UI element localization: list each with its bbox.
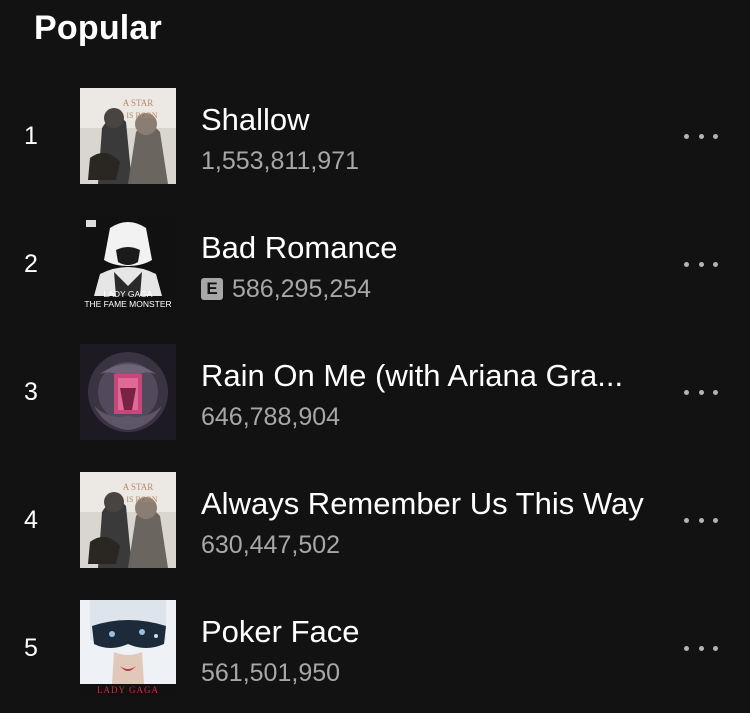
- track-meta: 630,447,502: [201, 530, 340, 560]
- track-rank: 2: [24, 250, 38, 278]
- svg-text:IS BORN: IS BORN: [126, 111, 158, 120]
- dot-icon: [713, 389, 718, 395]
- track-rank: 1: [24, 122, 38, 150]
- track-meta: E 586,295,254: [201, 274, 371, 304]
- chromatica-cover-icon: [80, 344, 176, 440]
- dot-icon: [698, 133, 704, 139]
- more-options-button[interactable]: [684, 124, 718, 148]
- track-title[interactable]: Bad Romance: [201, 230, 397, 266]
- svg-text:IS BORN: IS BORN: [126, 495, 158, 504]
- track-row[interactable]: 2 LADY GAGA THE FAME MONSTER Bad Romance…: [0, 216, 750, 312]
- dot-icon: [684, 645, 689, 651]
- dot-icon: [698, 261, 704, 267]
- dot-icon: [684, 389, 689, 395]
- more-options-button[interactable]: [684, 252, 718, 276]
- the-fame-monster-cover-icon: LADY GAGA THE FAME MONSTER: [80, 216, 176, 312]
- track-rank: 4: [24, 506, 38, 534]
- more-options-button[interactable]: [684, 380, 718, 404]
- track-title[interactable]: Shallow: [201, 102, 310, 138]
- track-title[interactable]: Always Remember Us This Way: [201, 486, 644, 522]
- track-rank: 5: [24, 634, 38, 662]
- cover-album-text: THE FAME MONSTER: [84, 299, 171, 309]
- dot-icon: [698, 517, 704, 523]
- album-cover[interactable]: LADY GAGA: [80, 600, 176, 696]
- track-row[interactable]: 3 Rain On Me (with Ariana Gra... 646,788…: [0, 344, 750, 440]
- dot-icon: [713, 133, 718, 139]
- dot-icon: [684, 133, 689, 139]
- cover-artist-text: LADY GAGA: [97, 685, 159, 695]
- track-meta: 646,788,904: [201, 402, 340, 432]
- explicit-badge: E: [201, 278, 223, 300]
- a-star-is-born-cover-icon: A STAR IS BORN: [80, 88, 176, 184]
- dot-icon: [713, 517, 718, 523]
- play-count: 586,295,254: [232, 274, 372, 303]
- track-meta: 1,553,811,971: [201, 146, 359, 176]
- dot-icon: [698, 645, 704, 651]
- more-options-button[interactable]: [684, 636, 718, 660]
- track-rank: 3: [24, 378, 38, 406]
- track-title[interactable]: Rain On Me (with Ariana Gra...: [201, 358, 623, 394]
- track-meta: 561,501,950: [201, 658, 340, 688]
- the-fame-cover-icon: LADY GAGA: [80, 600, 176, 696]
- dot-icon: [713, 645, 718, 651]
- track-title[interactable]: Poker Face: [201, 614, 360, 650]
- album-cover[interactable]: LADY GAGA THE FAME MONSTER: [80, 216, 176, 312]
- cover-artist-text: LADY GAGA: [104, 289, 153, 299]
- dot-icon: [698, 389, 704, 395]
- track-row[interactable]: 4 A STAR IS BORN Always Remember Us This…: [0, 472, 750, 568]
- album-cover[interactable]: A STAR IS BORN: [80, 472, 176, 568]
- a-star-is-born-cover-icon: A STAR IS BORN: [80, 472, 176, 568]
- play-count: 646,788,904: [201, 402, 341, 431]
- track-row[interactable]: 5 LADY GAGA Poker Face 561,501,950: [0, 600, 750, 696]
- more-options-button[interactable]: [684, 508, 718, 532]
- album-cover[interactable]: [80, 344, 176, 440]
- play-count: 1,553,811,971: [201, 146, 360, 175]
- svg-text:A STAR: A STAR: [123, 98, 154, 108]
- section-title: Popular: [34, 9, 162, 47]
- track-row[interactable]: 1 A STAR IS BORN Shallow 1,553,811,971: [0, 88, 750, 184]
- dot-icon: [684, 517, 689, 523]
- svg-text:A STAR: A STAR: [123, 482, 154, 492]
- play-count: 561,501,950: [201, 658, 341, 687]
- dot-icon: [713, 261, 718, 267]
- album-cover[interactable]: A STAR IS BORN: [80, 88, 176, 184]
- play-count: 630,447,502: [201, 530, 341, 559]
- dot-icon: [684, 261, 689, 267]
